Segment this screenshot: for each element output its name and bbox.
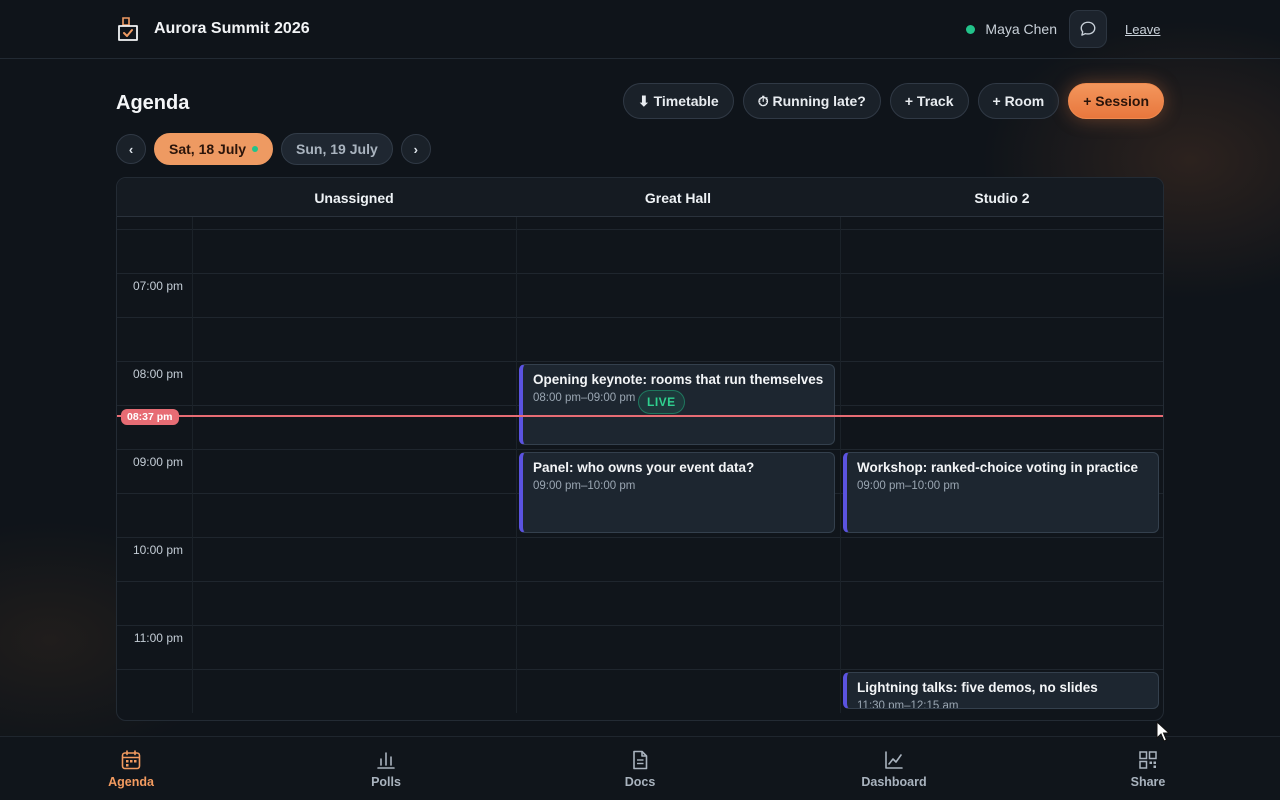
add-session-button[interactable]: + Session	[1068, 83, 1164, 119]
mouse-cursor-icon	[1156, 721, 1171, 742]
current-time-line	[117, 415, 1163, 417]
grid-header: Unassigned Great Hall Studio 2	[117, 178, 1163, 217]
nav-label: Share	[1130, 775, 1166, 789]
date-selector: ‹ Sat, 18 July Sun, 19 July ›	[116, 133, 431, 165]
time-label: 08:00 pm	[132, 367, 183, 381]
session-card[interactable]: Lightning talks: five demos, no slides 1…	[843, 672, 1159, 709]
session-time: 11:30 pm–12:15 am	[857, 700, 959, 709]
line-chart-icon	[885, 751, 903, 769]
page-title: Agenda	[116, 92, 190, 114]
online-status-dot	[966, 24, 976, 34]
nav-label: Agenda	[108, 775, 154, 789]
session-title: Panel: who owns your event data?	[533, 460, 755, 475]
top-bar: Aurora Summit 2026 Maya Chen Leave	[0, 0, 1280, 59]
qr-code-icon	[1139, 751, 1157, 769]
nav-share[interactable]: Share	[1098, 749, 1198, 789]
leave-link[interactable]: Leave	[1125, 22, 1160, 37]
date-tab-label: Sun, 19 July	[296, 141, 378, 157]
bar-chart-icon	[377, 752, 395, 769]
session-time: 09:00 pm–10:00 pm	[533, 480, 636, 492]
nav-polls[interactable]: Polls	[336, 749, 436, 789]
column-header-great-hall: Great Hall	[644, 189, 712, 206]
column-header-unassigned: Unassigned	[314, 189, 394, 206]
download-timetable-button[interactable]: ⬇ Timetable	[622, 83, 734, 119]
agenda-actions: ⬇ Timetable ⏱ Running late? + Track + Ro…	[622, 83, 1164, 119]
nav-label: Docs	[624, 775, 656, 789]
nav-dashboard[interactable]: Dashboard	[844, 749, 944, 789]
time-label: 10:00 pm	[132, 543, 183, 557]
user-name: Maya Chen	[985, 21, 1057, 37]
chat-button[interactable]	[1069, 10, 1107, 48]
calendar-icon	[121, 750, 141, 770]
date-tab-label: Sat, 18 July	[169, 141, 247, 157]
today-indicator-dot	[252, 146, 259, 152]
session-card[interactable]: Workshop: ranked-choice voting in practi…	[843, 452, 1159, 533]
bottom-navigation: Agenda Polls Docs Dashboard Share	[0, 736, 1280, 800]
nav-label: Polls	[371, 775, 401, 789]
chat-bubble-icon	[1080, 21, 1096, 36]
ballot-box-icon	[118, 17, 138, 41]
schedule-grid: Unassigned Great Hall Studio 2 07:00 pm …	[116, 177, 1164, 721]
current-time-badge: 08:37 pm	[121, 409, 179, 425]
time-label: 07:00 pm	[132, 279, 183, 293]
user-presence: Maya Chen	[966, 21, 1057, 37]
session-title: Workshop: ranked-choice voting in practi…	[857, 460, 1139, 475]
nav-agenda[interactable]: Agenda	[81, 749, 181, 789]
brand[interactable]: Aurora Summit 2026	[116, 16, 310, 42]
running-late-button[interactable]: ⏱ Running late?	[742, 83, 881, 119]
document-icon	[633, 750, 648, 770]
time-label: 09:00 pm	[132, 455, 183, 469]
live-badge: LIVE	[638, 390, 685, 414]
add-track-button[interactable]: + Track	[889, 83, 969, 119]
add-room-button[interactable]: + Room	[977, 83, 1060, 119]
session-card[interactable]: Panel: who owns your event data? 09:00 p…	[519, 452, 835, 533]
column-header-studio-2: Studio 2	[974, 189, 1030, 206]
date-tab-sun[interactable]: Sun, 19 July	[281, 133, 393, 165]
time-label: 11:00 pm	[133, 631, 183, 645]
next-day-button[interactable]: ›	[400, 134, 431, 164]
session-title: Opening keynote: rooms that run themselv…	[533, 372, 824, 387]
app-title: Aurora Summit 2026	[154, 20, 310, 37]
session-time: 09:00 pm–10:00 pm	[857, 480, 960, 492]
session-card[interactable]: Opening keynote: rooms that run themselv…	[519, 364, 835, 445]
nav-docs[interactable]: Docs	[590, 749, 690, 789]
date-tab-sat[interactable]: Sat, 18 July	[154, 133, 274, 165]
nav-label: Dashboard	[861, 775, 927, 789]
grid-body[interactable]: 07:00 pm 08:00 pm 09:00 pm 10:00 pm 11:0…	[117, 217, 1163, 713]
previous-day-button[interactable]: ‹	[116, 134, 146, 164]
session-title: Lightning talks: five demos, no slides	[857, 680, 1098, 695]
